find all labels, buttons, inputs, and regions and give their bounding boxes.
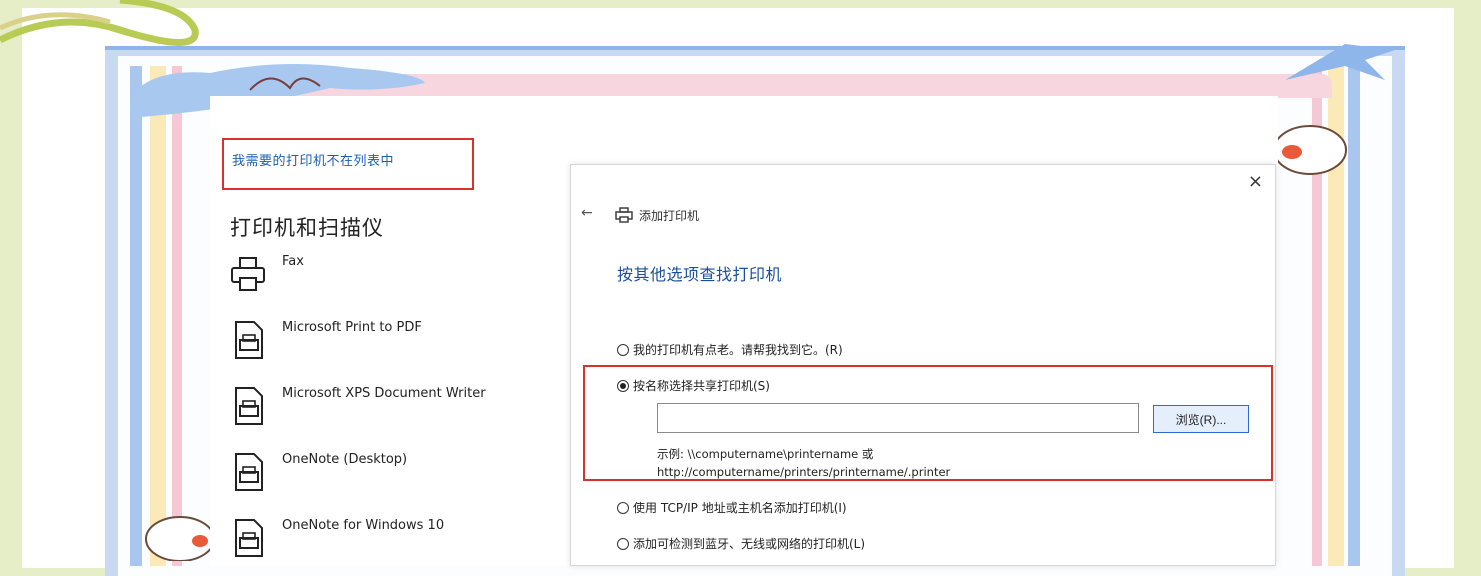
device-label: Microsoft Print to PDF: [282, 320, 422, 335]
shared-printer-input[interactable]: [657, 403, 1139, 433]
star-icon: [1285, 44, 1395, 80]
missing-printer-link[interactable]: 我需要的打印机不在列表中: [222, 138, 474, 190]
dialog-title: 添加打印机: [639, 209, 700, 223]
option-shared-printer[interactable]: 按名称选择共享打印机(S): [617, 377, 770, 394]
example-line: 示例: \\computername\printername 或: [657, 447, 874, 461]
section-title: 打印机和扫描仪: [230, 216, 384, 240]
printer-document-icon: [235, 519, 263, 557]
back-arrow-icon[interactable]: ←: [581, 205, 593, 221]
example-line: http://computername/printers/printername…: [657, 465, 951, 479]
printer-document-icon: [235, 453, 263, 491]
browse-button[interactable]: 浏览(R)...: [1153, 405, 1249, 433]
device-list-item[interactable]: OneNote (Desktop): [228, 452, 568, 502]
option-label: 添加可检测到蓝牙、无线或网络的打印机(L): [633, 537, 866, 551]
radio-button-selected[interactable]: [617, 379, 629, 392]
device-label: OneNote (Desktop): [282, 452, 408, 467]
close-icon[interactable]: ×: [1248, 171, 1263, 192]
option-old-printer[interactable]: 我的打印机有点老。请帮我找到它。(R): [617, 341, 843, 358]
frame-stripe: [150, 66, 166, 566]
fax-icon: [231, 257, 265, 291]
device-list-item[interactable]: Microsoft XPS Document Writer: [228, 386, 568, 436]
example-text: 示例: \\computername\printername 或 http://…: [657, 445, 950, 481]
frame-stripe: [172, 66, 182, 566]
printer-document-icon: [235, 321, 263, 359]
radio-button[interactable]: [617, 501, 629, 514]
radio-button[interactable]: [617, 343, 629, 356]
printer-document-icon: [235, 387, 263, 425]
option-bluetooth-wireless[interactable]: 添加可检测到蓝牙、无线或网络的打印机(L): [617, 535, 865, 552]
device-label: Fax: [282, 254, 304, 269]
add-printer-dialog: × ← 添加打印机 按其他选项查找打印机 我的打印机有点老。请帮我找到它。(R)…: [570, 164, 1276, 566]
option-label: 我的打印机有点老。请帮我找到它。(R): [633, 343, 843, 357]
frame-stripe: [130, 66, 142, 566]
cloud-icon: [1273, 125, 1347, 175]
option-label: 按名称选择共享打印机(S): [633, 379, 770, 393]
radio-button[interactable]: [617, 537, 629, 550]
printer-icon: [615, 207, 633, 223]
option-tcpip[interactable]: 使用 TCP/IP 地址或主机名添加打印机(I): [617, 499, 847, 516]
option-label: 使用 TCP/IP 地址或主机名添加打印机(I): [633, 501, 847, 515]
cloud-icon: [145, 516, 215, 561]
device-label: OneNote for Windows 10: [282, 518, 445, 533]
device-label: Microsoft XPS Document Writer: [282, 386, 486, 401]
device-list-item[interactable]: Fax: [228, 254, 568, 304]
device-list-item[interactable]: Microsoft Print to PDF: [228, 320, 568, 370]
dialog-heading: 按其他选项查找打印机: [617, 265, 783, 284]
